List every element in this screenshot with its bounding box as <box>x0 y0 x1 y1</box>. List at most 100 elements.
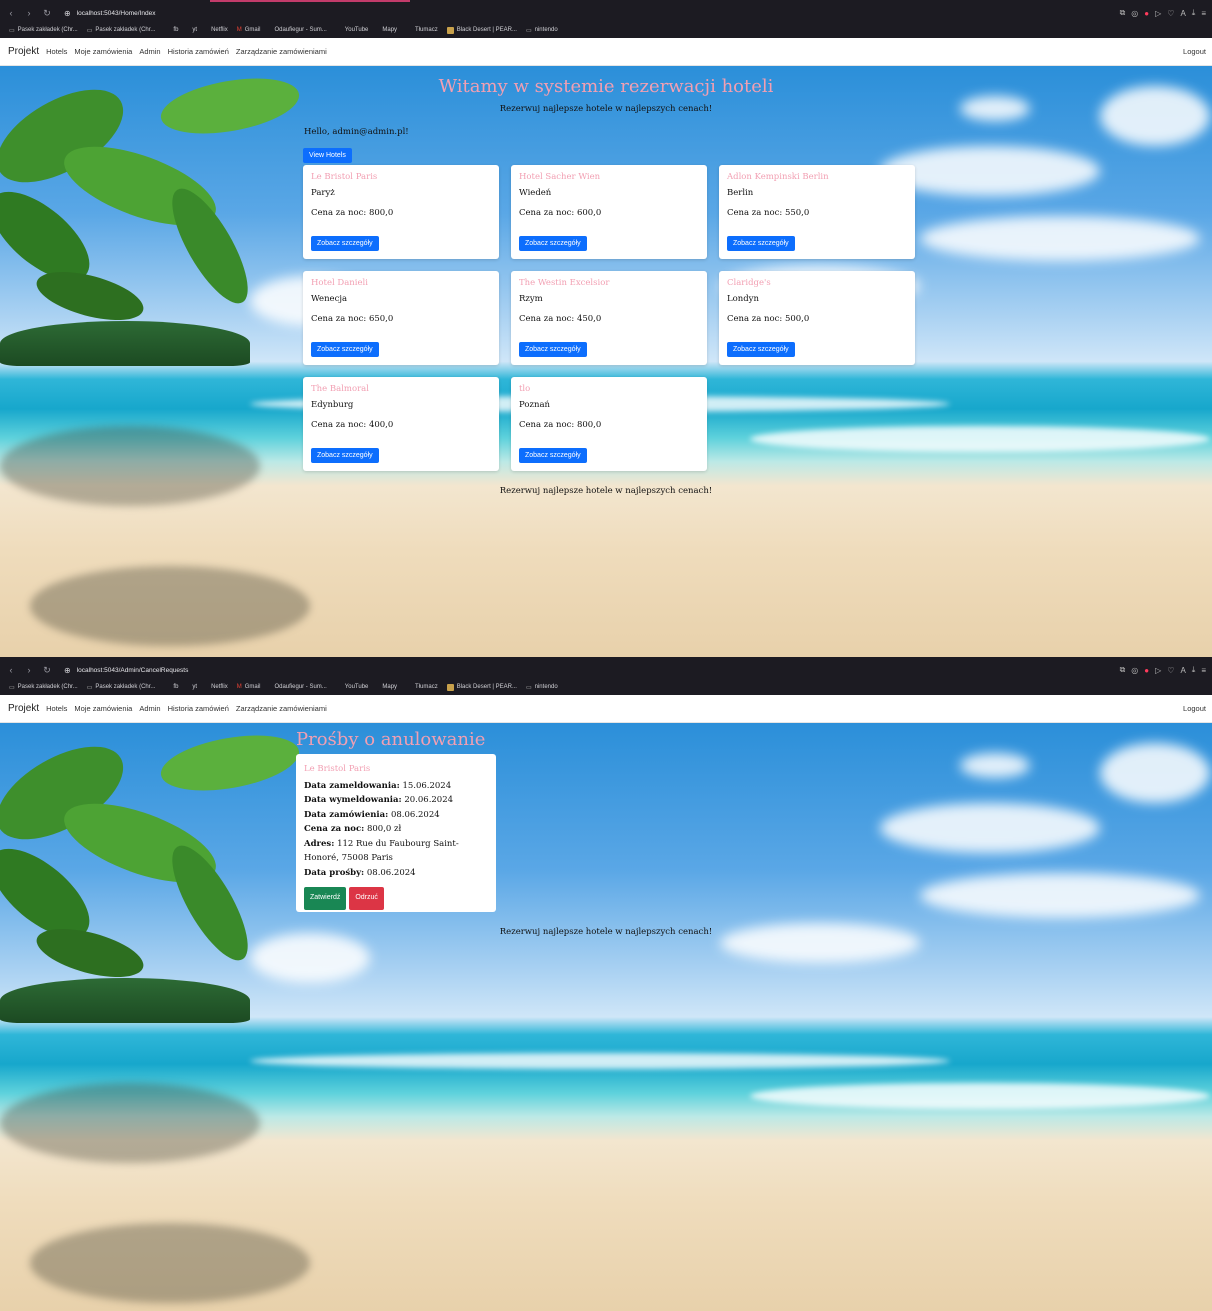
menu-icon[interactable]: ≡ <box>1201 9 1206 18</box>
camera-icon[interactable]: ◎ <box>1131 666 1138 675</box>
bookmark-folder[interactable]: ▭ Pasek zakładek (Chr... <box>9 27 78 34</box>
navbar-brand[interactable]: Projekt <box>8 703 39 714</box>
back-icon[interactable]: ‹ <box>4 8 18 18</box>
nav-my-orders[interactable]: Moje zamówienia <box>74 47 132 56</box>
hotel-details-button[interactable]: Zobacz szczegóły <box>727 342 795 357</box>
bookmark-folder[interactable]: ▭ Pasek zakładek (Chr... <box>9 684 78 691</box>
nav-order-history[interactable]: Historia zamówień <box>168 47 229 56</box>
bookmark-translator[interactable]: Tłumacz <box>415 684 438 690</box>
cloud <box>1100 743 1210 803</box>
bookmark-gmail[interactable]: M Gmail <box>237 684 261 690</box>
view-hotels-button[interactable]: View Hotels <box>303 148 352 163</box>
active-tab-indicator <box>210 0 410 2</box>
bookmark-youtube[interactable]: YouTube <box>345 684 369 690</box>
checkout-row: Data wymeldowania: 20.06.2024 <box>304 795 454 805</box>
hotel-price: Cena za noc: 550,0 <box>727 208 810 218</box>
hotel-name: Claridge's <box>727 278 771 288</box>
nav-admin[interactable]: Admin <box>139 704 160 713</box>
page-footer-tagline: Rezerwuj najlepsze hotele w najlepszych … <box>499 927 713 937</box>
bookmarks-bar: ▭ Pasek zakładek (Chr... ▭ Pasek zakładek … <box>0 680 1212 694</box>
bookmark-fb[interactable]: fb <box>173 684 178 690</box>
hotel-details-button[interactable]: Zobacz szczegóły <box>519 342 587 357</box>
bookmark-black-desert[interactable]: Black Desert | PEAR... <box>446 683 517 691</box>
nav-my-orders[interactable]: Moje zamówienia <box>74 704 132 713</box>
download-icon[interactable]: ⤓ <box>1192 665 1196 675</box>
wave-foam <box>750 1083 1210 1109</box>
nav-hotels[interactable]: Hotels <box>46 47 67 56</box>
hotel-details-button[interactable]: Zobacz szczegóły <box>311 236 379 251</box>
site-navbar: Projekt Hotels Moje zamówienia Admin His… <box>0 38 1212 66</box>
nav-order-history[interactable]: Historia zamówień <box>168 704 229 713</box>
bookmark-translator[interactable]: Tłumacz <box>415 27 438 33</box>
palm-shadow <box>30 566 310 646</box>
menu-icon[interactable]: ≡ <box>1201 666 1206 675</box>
address-bar[interactable]: ⊕ localhost:5043/Home/Index <box>64 9 155 18</box>
browser-toolbar: ‹ › ↻ ⊕ localhost:5043/Admin/CancelReque… <box>0 657 1212 695</box>
folder-icon: ▭ <box>525 684 532 691</box>
bookmark-black-desert[interactable]: Black Desert | PEAR... <box>446 26 517 34</box>
hotel-card: Claridge's Londyn Cena za noc: 500,0 Zob… <box>719 271 915 365</box>
play-icon[interactable]: ▷ <box>1155 666 1161 675</box>
folder-icon: ▭ <box>9 27 15 34</box>
price-row: Cena za noc: 800,0 zł <box>304 824 402 834</box>
account-icon[interactable]: A <box>1180 666 1185 675</box>
hotel-details-button[interactable]: Zobacz szczegóły <box>311 342 379 357</box>
browser-toolbar: ‹ › ↻ ⊕ localhost:5043/Home/Index ⧉ ◎ ● … <box>0 0 1212 38</box>
gmail-icon: M <box>236 684 242 690</box>
hotel-city: Berlin <box>727 188 754 198</box>
page-tagline: Rezerwuj najlepsze hotele w najlepszych … <box>499 104 713 114</box>
bookmark-fb[interactable]: fb <box>173 27 178 33</box>
bookmark-nintendo[interactable]: ▭ nintendo <box>526 27 558 34</box>
gmail-icon: M <box>236 27 242 33</box>
bookmark-translate-site[interactable]: Odaufiegur - Sum... <box>274 684 326 690</box>
bookmark-netflix[interactable]: Netflix <box>211 684 228 690</box>
forward-icon[interactable]: › <box>22 8 36 18</box>
hotel-card: The Balmoral Edynburg Cena za noc: 400,0… <box>303 377 499 471</box>
page-title: Prośby o anulowanie <box>296 729 486 750</box>
site-info-icon[interactable]: ⊕ <box>64 9 71 18</box>
back-icon[interactable]: ‹ <box>4 665 18 675</box>
bookmark-folder[interactable]: ▭ Pasek zakładek (Chr... <box>87 684 156 691</box>
heart-icon[interactable]: ♡ <box>1167 666 1174 675</box>
forward-icon[interactable]: › <box>22 665 36 675</box>
navbar-brand[interactable]: Projekt <box>8 46 39 57</box>
account-icon[interactable]: A <box>1180 9 1185 18</box>
bookmark-maps[interactable]: Mapy <box>382 684 397 690</box>
bookmark-nintendo[interactable]: ▭ nintendo <box>526 684 558 691</box>
download-icon[interactable]: ⤓ <box>1192 8 1196 18</box>
heart-icon[interactable]: ♡ <box>1167 9 1174 18</box>
play-icon[interactable]: ▷ <box>1155 9 1161 18</box>
hotel-price: Cena za noc: 600,0 <box>519 208 602 218</box>
address-bar[interactable]: ⊕ localhost:5043/Admin/CancelRequests <box>64 666 188 675</box>
extension-icon[interactable]: ⧉ <box>1120 665 1126 675</box>
bookmark-translate-site[interactable]: Odaufiegur - Sum... <box>274 27 326 33</box>
bookmark-maps[interactable]: Mapy <box>382 27 397 33</box>
hotel-details-button[interactable]: Zobacz szczegóły <box>727 236 795 251</box>
nav-order-management[interactable]: Zarządzanie zamówieniami <box>236 47 327 56</box>
bookmark-gmail[interactable]: M Gmail <box>237 27 261 33</box>
record-icon[interactable]: ● <box>1144 9 1149 18</box>
reload-icon[interactable]: ↻ <box>40 8 54 19</box>
hotel-price: Cena za noc: 500,0 <box>727 314 810 324</box>
bookmark-folder[interactable]: ▭ Pasek zakładek (Chr... <box>87 27 156 34</box>
bookmark-yt[interactable]: yt <box>192 27 197 33</box>
bookmark-youtube[interactable]: YouTube <box>345 27 369 33</box>
nav-order-management[interactable]: Zarządzanie zamówieniami <box>236 704 327 713</box>
bookmark-netflix[interactable]: Netflix <box>211 27 228 33</box>
hotel-details-button[interactable]: Zobacz szczegóły <box>311 448 379 463</box>
camera-icon[interactable]: ◎ <box>1131 9 1138 18</box>
nav-hotels[interactable]: Hotels <box>46 704 67 713</box>
bookmark-yt[interactable]: yt <box>192 684 197 690</box>
record-icon[interactable]: ● <box>1144 666 1149 675</box>
site-info-icon[interactable]: ⊕ <box>64 666 71 675</box>
approve-button[interactable]: Zatwierdź <box>304 887 347 910</box>
hotel-details-button[interactable]: Zobacz szczegóły <box>519 448 587 463</box>
logout-link[interactable]: Logout <box>1183 47 1206 56</box>
reject-button[interactable]: Odrzuć <box>349 887 384 910</box>
address-row: Adres: 112 Rue du Faubourg Saint-Honoré,… <box>304 838 459 864</box>
hotel-details-button[interactable]: Zobacz szczegóły <box>519 236 587 251</box>
reload-icon[interactable]: ↻ <box>40 665 54 676</box>
logout-link[interactable]: Logout <box>1183 704 1206 713</box>
extension-icon[interactable]: ⧉ <box>1120 8 1126 18</box>
nav-admin[interactable]: Admin <box>139 47 160 56</box>
